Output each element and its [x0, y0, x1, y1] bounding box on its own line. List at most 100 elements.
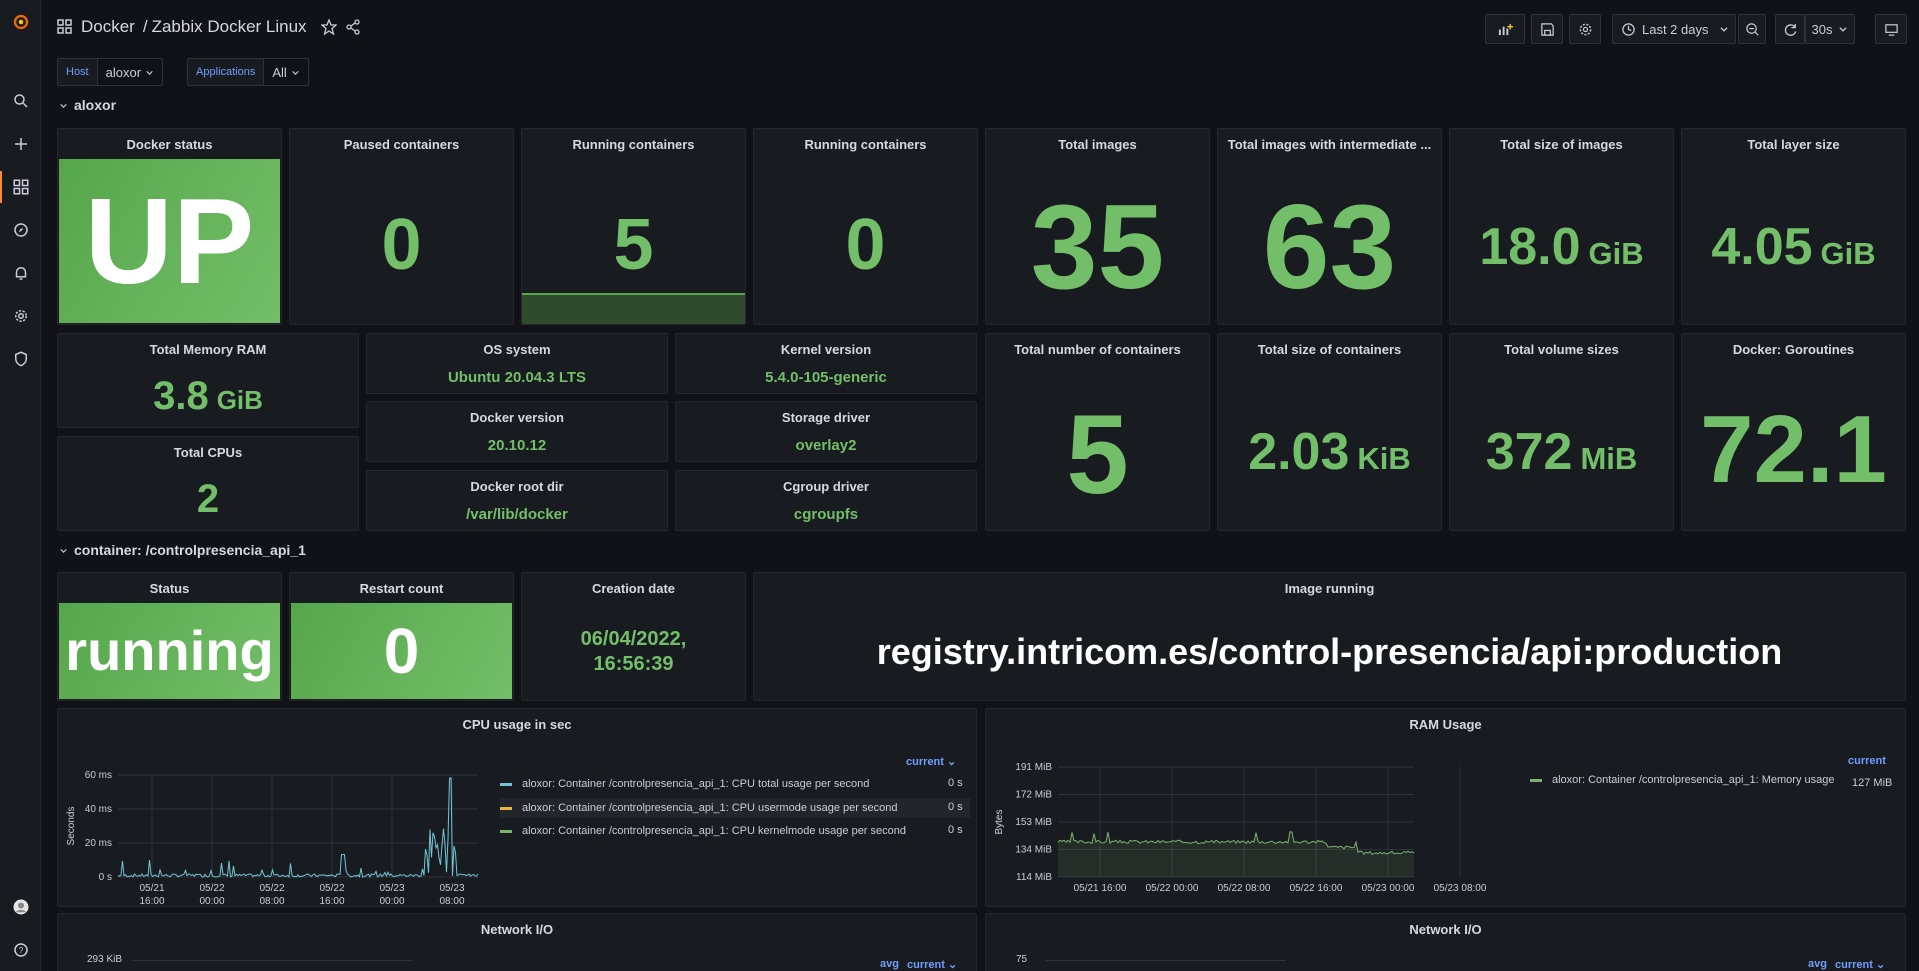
configuration-gear-icon[interactable]	[0, 296, 41, 336]
save-dashboard-button[interactable]	[1531, 14, 1563, 44]
breadcrumb: Docker / Zabbix Docker Linux	[57, 17, 361, 37]
panel-title: Total number of containers	[1014, 342, 1181, 357]
panel-container-status[interactable]: Status running	[57, 572, 282, 701]
panel-os-system[interactable]: OS system Ubuntu 20.04.3 LTS	[366, 333, 668, 394]
panel-title: Total layer size	[1747, 137, 1840, 152]
value-number: 372	[1485, 423, 1573, 481]
panel-title: Total size of images	[1500, 137, 1623, 152]
refresh-interval-picker[interactable]: 30s	[1805, 14, 1855, 44]
value-unit: MiB	[1580, 441, 1638, 476]
panel-creation-date[interactable]: Creation date 06/04/2022, 16:56:39	[521, 572, 746, 701]
legend-swatch	[1530, 778, 1542, 782]
y-tick-label: 134 MiB	[1015, 845, 1052, 856]
series-line-cpu-total	[117, 777, 479, 879]
dashboard-title[interactable]: Zabbix Docker Linux	[152, 17, 307, 37]
panel-total-cpus[interactable]: Total CPUs 2	[57, 436, 359, 531]
value-unit: GiB	[1588, 236, 1644, 271]
host-value: aloxor	[105, 64, 142, 80]
panel-total-size-images[interactable]: Total size of images 18.0 GiB	[1449, 128, 1674, 325]
panel-total-size-containers[interactable]: Total size of containers 2.03 KiB	[1217, 333, 1442, 531]
dashboard-settings-button[interactable]	[1569, 14, 1601, 44]
panel-total-volume-sizes[interactable]: Total volume sizes 372 MiB	[1449, 333, 1674, 531]
star-icon[interactable]	[320, 19, 337, 35]
panel-running-containers[interactable]: Running containers 5	[521, 128, 746, 325]
panel-restart-count[interactable]: Restart count 0	[289, 572, 514, 701]
legend-swatch	[500, 782, 512, 786]
panel-paused-containers[interactable]: Paused containers 0	[289, 128, 514, 325]
container-status-value: running	[59, 603, 280, 699]
panel-docker-version[interactable]: Docker version 20.10.12	[366, 401, 668, 462]
share-icon[interactable]	[345, 19, 361, 35]
panel-cgroup-driver[interactable]: Cgroup driver cgroupfs	[675, 470, 977, 531]
legend-header-current[interactable]: current ⌄	[907, 958, 957, 971]
legend-header-avg[interactable]: avg	[880, 958, 899, 970]
search-icon[interactable]	[0, 81, 41, 121]
panel-total-images-intermediate[interactable]: Total images with intermediate ... 63	[1217, 128, 1442, 325]
y-tick-label: 191 MiB	[1015, 762, 1052, 773]
create-plus-icon[interactable]	[0, 124, 41, 164]
panel-title: Creation date	[591, 581, 676, 596]
image-running-value: registry.intricom.es/control-presencia/a…	[876, 631, 1783, 672]
panel-title: Docker version	[470, 410, 564, 425]
legend-item[interactable]: aloxor: Container /controlpresencia_api_…	[500, 821, 970, 841]
panel-title: CPU usage in sec	[462, 717, 572, 732]
zoom-out-button[interactable]	[1738, 14, 1766, 44]
cpu-graph[interactable]: 60 ms 40 ms 20 ms 0 s 05/21 16:00 05/22 00:00 05…	[58, 737, 488, 907]
value-number: 3.8	[153, 374, 209, 418]
y-tick-label: 114 MiB	[1016, 872, 1052, 883]
panel-docker-status[interactable]: Docker status UP	[57, 128, 282, 325]
x-tick-label: 05/22	[319, 883, 344, 894]
panel-ram-usage[interactable]: RAM Usage 191 MiB 172 MiB 153 MiB 134 MiB 11…	[985, 708, 1906, 907]
tv-mode-button[interactable]	[1875, 14, 1907, 44]
legend-header-current[interactable]: current ⌄	[906, 755, 956, 768]
restart-count-value: 0	[291, 603, 512, 699]
legend-item[interactable]: aloxor: Container /controlpresencia_api_…	[500, 774, 970, 794]
panel-docker-goroutines[interactable]: Docker: Goroutines 72.1	[1681, 333, 1906, 531]
x-tick-label: 05/22 16:00	[1290, 883, 1343, 894]
panel-cpu-usage[interactable]: CPU usage in sec 60 ms 40 ms 20 ms 0 s 05/21…	[57, 708, 977, 907]
help-icon[interactable]: ?	[0, 930, 41, 970]
chevron-down-icon	[60, 103, 67, 108]
legend-item[interactable]: aloxor: Container /controlpresencia_api_…	[1530, 774, 1835, 786]
folder-link[interactable]: Docker	[81, 17, 135, 37]
add-panel-button[interactable]	[1485, 14, 1525, 44]
x-tick-label: 05/22 00:00	[1146, 883, 1199, 894]
explore-compass-icon[interactable]	[0, 210, 41, 250]
panel-image-running[interactable]: Image running registry.intricom.es/contr…	[753, 572, 1906, 701]
panel-network-io-2[interactable]: Network I/O 75 avg current ⌄	[985, 913, 1906, 971]
user-avatar[interactable]	[0, 887, 41, 927]
legend-item[interactable]: aloxor: Container /controlpresencia_api_…	[500, 798, 970, 818]
panel-storage-driver[interactable]: Storage driver overlay2	[675, 401, 977, 462]
panel-total-layer-size[interactable]: Total layer size 4.05 GiB	[1681, 128, 1906, 325]
server-admin-shield-icon[interactable]	[0, 339, 41, 379]
panel-total-number-containers[interactable]: Total number of containers 5	[985, 333, 1210, 531]
dashboards-icon[interactable]	[0, 167, 41, 207]
y-tick-label: 20 ms	[85, 838, 112, 849]
panel-running-containers-2[interactable]: Running containers 0	[753, 128, 978, 325]
legend-header-current[interactable]: current	[1848, 755, 1886, 767]
panel-total-memory[interactable]: Total Memory RAM 3.8 GiB	[57, 333, 359, 428]
grid-icon	[13, 179, 28, 195]
top-nav: Docker / Zabbix Docker Linux Last 2 days…	[41, 0, 1919, 56]
y-tick-label: 153 MiB	[1015, 817, 1052, 828]
applications-select[interactable]: All	[264, 58, 309, 86]
panel-title: Docker status	[126, 137, 213, 152]
row-header-host[interactable]: aloxor	[59, 97, 116, 113]
grafana-logo-icon[interactable]	[0, 2, 41, 42]
breadcrumb-separator: /	[142, 17, 148, 36]
panel-network-io-1[interactable]: Network I/O 293 KiB avg current ⌄	[57, 913, 977, 971]
ram-graph[interactable]: 191 MiB 172 MiB 153 MiB 134 MiB 114 MiB 05/21…	[986, 737, 1496, 907]
host-select[interactable]: aloxor	[97, 58, 164, 86]
refresh-button[interactable]	[1775, 14, 1805, 44]
legend-header-avg[interactable]: avg	[1808, 958, 1827, 970]
panel-kernel-version[interactable]: Kernel version 5.4.0-105-generic	[675, 333, 977, 394]
legend-header-current[interactable]: current ⌄	[1835, 958, 1885, 971]
panel-docker-root-dir[interactable]: Docker root dir /var/lib/docker	[366, 470, 668, 531]
panel-total-images[interactable]: Total images 35	[985, 128, 1210, 325]
time-picker-button[interactable]: Last 2 days	[1612, 14, 1736, 44]
row-header-container[interactable]: container: /controlpresencia_api_1	[59, 542, 306, 558]
x-tick-label: 08:00	[439, 896, 464, 907]
value-number: 4.05	[1711, 218, 1813, 276]
alerting-bell-icon[interactable]	[0, 253, 41, 293]
y-axis-label: Bytes	[994, 809, 1005, 834]
